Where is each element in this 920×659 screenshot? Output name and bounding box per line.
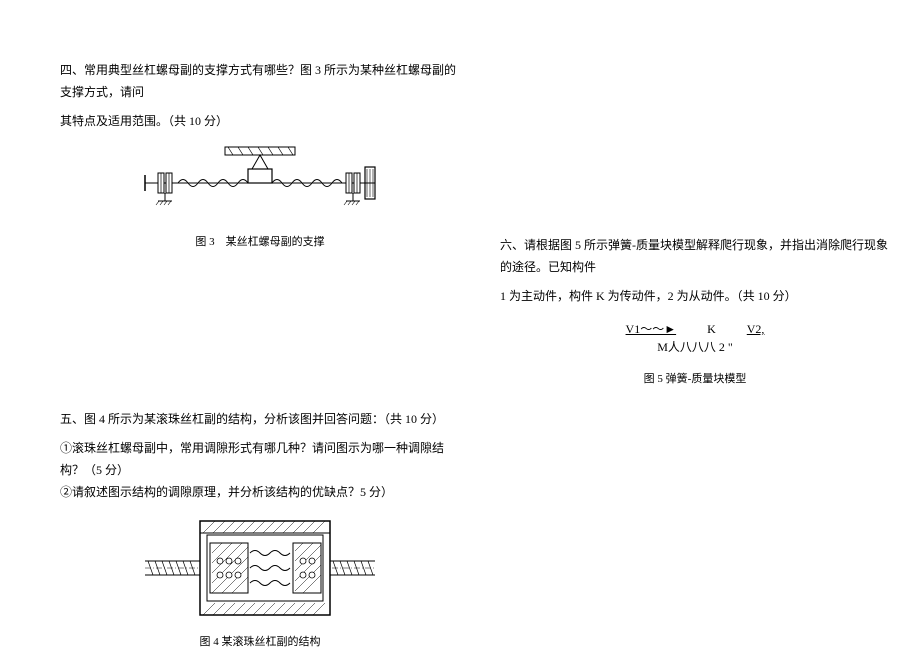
figure4-diagram xyxy=(145,513,375,623)
figure5-model: V1～～► K V2, M人八八八 2 " xyxy=(500,320,890,356)
model-v2: V2, xyxy=(747,322,765,336)
q5-text: 五、图 4 所示为某滚珠丝杠副的结构，分析该图并回答问题：（共 10 分） xyxy=(60,409,460,431)
question5-block: 五、图 4 所示为某滚珠丝杠副的结构，分析该图并回答问题：（共 10 分） ①滚… xyxy=(60,409,460,649)
model-k: K xyxy=(707,322,716,336)
figure3-diagram xyxy=(130,143,390,223)
model-v1: V1～～► xyxy=(626,322,677,336)
q4-line1: 四、常用典型丝杠螺母副的支撑方式有哪些？图 3 所示为某种丝杠螺母副的支撑方式，… xyxy=(60,60,460,103)
q5-sub2: ②请叙述图示结构的调隙原理，并分析该结构的优缺点？5 分） xyxy=(60,482,460,504)
model-line2: M人八八八 2 " xyxy=(500,338,890,356)
q6-line2: 1 为主动件，构件 K 为传动件，2 为从动件。（共 10 分） xyxy=(500,286,890,308)
q4-line2: 其特点及适用范围。（共 10 分） xyxy=(60,111,460,133)
q5-sub1: ①滚珠丝杠螺母副中，常用调隙形式有哪几种？请问图示为哪一种调隙结构？（5 分） xyxy=(60,438,460,481)
figure3-container: 图 3 某丝杠螺母副的支撑 xyxy=(60,143,460,249)
figure4-container: 图 4 某滚珠丝杠副的结构 xyxy=(60,513,460,649)
q6-line1: 六、请根据图 5 所示弹簧-质量块模型解释爬行现象，并指出消除爬行现象的途径。已… xyxy=(500,235,890,278)
figure5-caption: 图 5 弹簧-质量块模型 xyxy=(500,370,890,386)
figure3-caption: 图 3 某丝杠螺母副的支撑 xyxy=(60,233,460,249)
figure4-caption: 图 4 某滚珠丝杠副的结构 xyxy=(60,633,460,649)
